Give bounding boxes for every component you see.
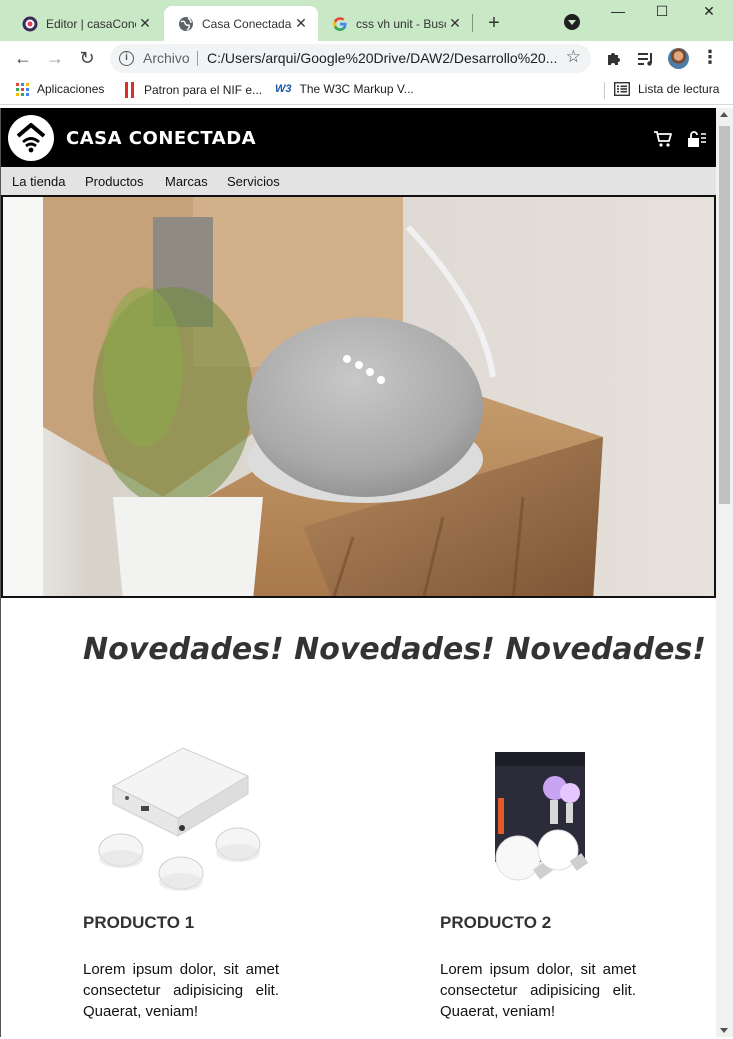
tab-separator [472,14,473,32]
novedades-banner: Novedades! Novedades! Novedades! Novedad… [83,632,716,667]
bookmark-label: The W3C Markup V... [299,82,414,96]
scroll-down-icon[interactable] [720,1028,728,1033]
scroll-up-icon[interactable] [720,112,728,117]
minimize-icon[interactable]: — [608,3,628,19]
hero-image-smart-speaker [1,195,716,598]
close-tab-icon[interactable]: ✕ [136,15,154,32]
close-window-icon[interactable]: ✕ [699,3,719,20]
globe-icon [179,16,193,31]
unlock-icon[interactable] [687,130,707,148]
product-name[interactable]: PRODUCTO 2 [440,913,640,933]
tab-title: Casa Conectada [202,16,292,31]
bookmarks-separator [604,82,605,99]
bookmark-label: Patron para el NIF e... [144,83,263,97]
bookmark-label: Aplicaciones [37,82,105,96]
product-card-2[interactable]: PRODUCTO 2 Lorem ipsum dolor, sit amet c… [440,738,640,1022]
tab-editor[interactable]: Editor | casaCone ✕ [8,6,162,41]
nav-servicios[interactable]: Servicios [227,174,280,189]
product-description: Lorem ipsum dolor, sit amet consectetur … [440,961,636,1020]
cart-icon[interactable] [653,130,673,148]
site-nav: La tienda Productos Marcas Servicios [1,167,716,195]
site-info-icon[interactable]: i [119,51,134,66]
tab-search-icon[interactable] [564,14,580,30]
address-bar[interactable]: i Archivo C:/Users/arqui/Google%20Drive/… [110,44,591,73]
smart-bulbs-box-image [495,752,589,881]
site-header: CASA CONECTADA [1,108,716,167]
tab-title: css vh unit - Busc [356,16,446,31]
site-logo[interactable] [8,115,54,161]
address-divider [197,51,198,66]
page-scrollbar[interactable] [716,108,733,1037]
w3c-icon: W3 [275,83,292,95]
close-tab-icon[interactable]: ✕ [292,15,310,32]
forward-icon[interactable]: → [44,47,66,69]
extensions-puzzle-icon[interactable] [604,50,624,68]
wifi-house-icon [16,123,46,153]
product-name[interactable]: PRODUCTO 1 [83,913,283,933]
hub-and-buttons-image [98,747,261,891]
tab-title: Editor | casaCone [46,16,136,31]
tab-css-vh-unit[interactable]: css vh unit - Busc ✕ [318,6,472,41]
profile-avatar[interactable] [668,48,689,69]
nav-la-tienda[interactable]: La tienda [12,174,66,189]
bookmarks-bar: Aplicaciones Patron para el NIF e... W3 … [0,76,733,105]
google-g-icon [333,16,347,31]
close-tab-icon[interactable]: ✕ [446,15,464,32]
scrollbar-thumb[interactable] [719,126,730,504]
reading-list-icon [614,82,630,96]
bookmark-red-icon [125,82,134,98]
tab-casa-conectada[interactable]: Casa Conectada ✕ [164,6,318,41]
new-tab-button[interactable]: + [484,12,504,35]
product-description: Lorem ipsum dolor, sit amet consectetur … [83,961,279,1020]
maximize-icon[interactable]: ☐ [652,3,672,20]
smart-speaker-photo [3,197,714,596]
url-text[interactable]: C:/Users/arqui/Google%20Drive/DAW2/Desar… [207,50,557,66]
page-viewport: CASA CONECTADA La tienda Productos Marca… [0,108,716,1037]
nav-marcas[interactable]: Marcas [165,174,208,189]
editor-logo-icon [22,16,38,31]
apps-grid-icon [16,82,29,96]
bookmark-patron-nif[interactable]: Patron para el NIF e... [124,82,262,98]
site-title: CASA CONECTADA [66,128,257,149]
bookmark-w3c[interactable]: W3 The W3C Markup V... [275,82,414,96]
back-icon[interactable]: ← [12,47,34,69]
menu-kebab-icon[interactable]: ⋮ [700,47,720,68]
tab-strip: Editor | casaCone ✕ Casa Conectada ✕ css… [0,0,733,41]
reload-icon[interactable]: ↻ [76,47,98,69]
bookmark-apps[interactable]: Aplicaciones [16,82,104,96]
product-card-1[interactable]: PRODUCTO 1 Lorem ipsum dolor, sit amet c… [83,738,283,1022]
nav-productos[interactable]: Productos [85,174,144,189]
browser-toolbar: ← → ↻ i Archivo C:/Users/arqui/Google%20… [0,41,733,76]
reading-list-button[interactable]: Lista de lectura [614,82,719,96]
bookmark-star-icon[interactable]: ☆ [566,47,581,67]
media-queue-icon[interactable] [636,50,656,68]
scheme-label: Archivo [143,50,190,66]
reading-list-label: Lista de lectura [638,82,720,96]
